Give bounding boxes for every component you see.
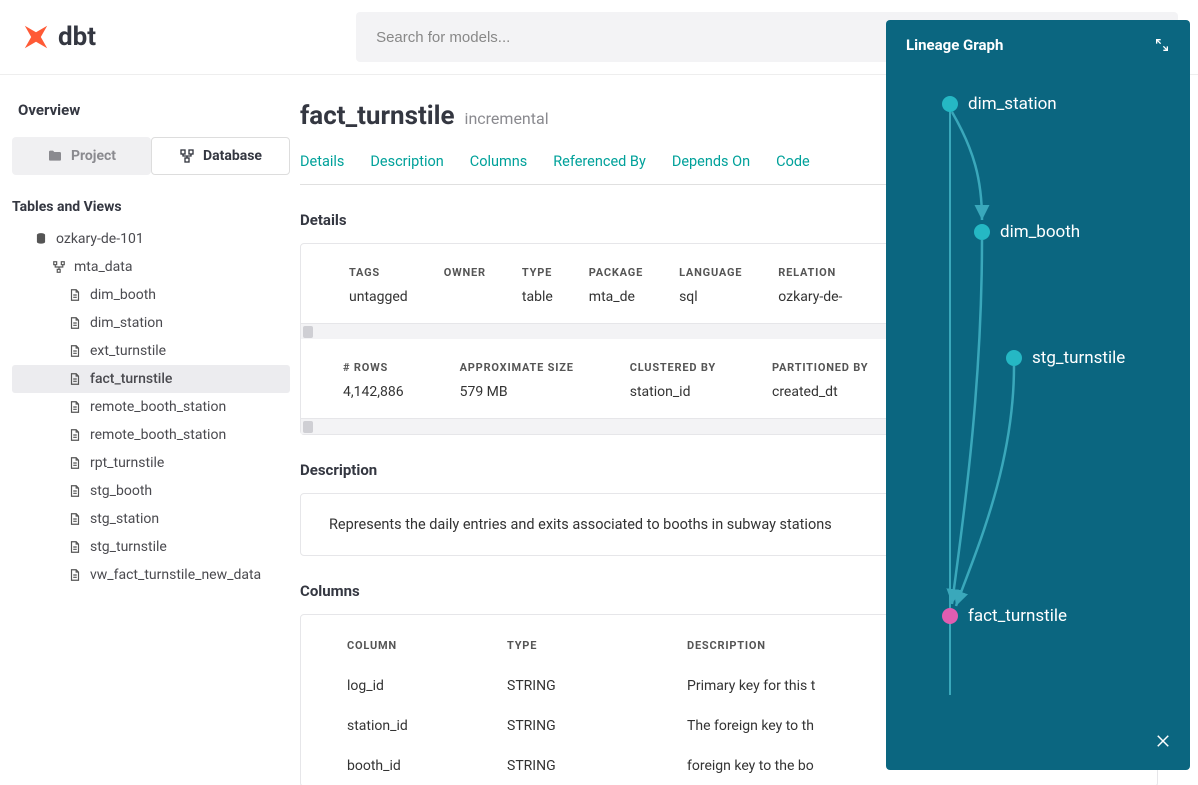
file-icon <box>68 484 82 498</box>
tree-table-remote_booth_station[interactable]: remote_booth_station <box>12 393 290 421</box>
detail-package: PACKAGEmta_de <box>589 266 643 305</box>
file-icon <box>68 568 82 582</box>
detail-owner: OWNER <box>444 266 486 305</box>
tree-table-vw_fact_turnstile_new_data[interactable]: vw_fact_turnstile_new_data <box>12 561 290 589</box>
file-icon <box>68 540 82 554</box>
file-icon <box>68 288 82 302</box>
node-dot-icon <box>974 224 990 240</box>
lineage-node-dim_booth[interactable]: dim_booth <box>974 222 1080 242</box>
expand-icon[interactable] <box>1154 37 1170 53</box>
tree-table-stg_turnstile[interactable]: stg_turnstile <box>12 533 290 561</box>
lineage-panel: Lineage Graph dim_station dim_booth stg_tu… <box>886 20 1190 770</box>
nav-tab-referenced-by[interactable]: Referenced By <box>553 153 646 170</box>
tree-title: Tables and Views <box>12 193 290 225</box>
lineage-title: Lineage Graph <box>906 36 1003 54</box>
file-icon <box>68 316 82 330</box>
detail-language: LANGUAGEsql <box>679 266 742 305</box>
brand-logo: dbt <box>20 21 96 53</box>
file-icon <box>68 512 82 526</box>
overview-link[interactable]: Overview <box>12 93 290 137</box>
detail-tags: TAGSuntagged <box>349 266 408 305</box>
close-icon <box>1154 732 1172 750</box>
tree-schema[interactable]: mta_data <box>12 253 290 281</box>
lineage-graph[interactable]: dim_station dim_booth stg_turnstile fact_tu… <box>886 70 1190 710</box>
nav-tab-depends-on[interactable]: Depends On <box>672 153 750 170</box>
node-dot-icon <box>942 96 958 112</box>
folder-icon <box>47 148 63 164</box>
node-dot-icon <box>942 608 958 624</box>
tree-table-remote_booth_station[interactable]: remote_booth_station <box>12 421 290 449</box>
nav-tab-description[interactable]: Description <box>370 153 443 170</box>
detail--rows: # ROWS4,142,886 <box>343 361 404 400</box>
sidebar-tabs: Project Database <box>12 137 290 175</box>
file-icon <box>68 344 82 358</box>
tab-project[interactable]: Project <box>12 137 151 175</box>
brand-text: dbt <box>58 22 96 52</box>
nav-tab-details[interactable]: Details <box>300 153 344 170</box>
dbt-logo-icon <box>20 21 52 53</box>
tree-table-rpt_turnstile[interactable]: rpt_turnstile <box>12 449 290 477</box>
nav-tab-code[interactable]: Code <box>776 153 810 170</box>
tree-table-dim_booth[interactable]: dim_booth <box>12 281 290 309</box>
lineage-node-fact_turnstile[interactable]: fact_turnstile <box>942 606 1067 626</box>
node-dot-icon <box>1006 350 1022 366</box>
tree-database[interactable]: ozkary-de-101 <box>12 225 290 253</box>
detail-partitioned-by: PARTITIONED BYcreated_dt <box>772 361 868 400</box>
lineage-close-button[interactable] <box>1154 732 1172 754</box>
file-icon <box>68 372 82 386</box>
detail-approximate-size: APPROXIMATE SIZE579 MB <box>460 361 574 400</box>
file-icon <box>68 428 82 442</box>
tree-table-stg_booth[interactable]: stg_booth <box>12 477 290 505</box>
tree-table-dim_station[interactable]: dim_station <box>12 309 290 337</box>
detail-clustered-by: CLUSTERED BYstation_id <box>630 361 716 400</box>
database-icon <box>34 232 48 246</box>
tab-database[interactable]: Database <box>151 137 290 175</box>
tree-table-stg_station[interactable]: stg_station <box>12 505 290 533</box>
sidebar: Overview Project Database Tables and Vie… <box>0 75 300 785</box>
tree-table-ext_turnstile[interactable]: ext_turnstile <box>12 337 290 365</box>
detail-type: TYPEtable <box>522 266 553 305</box>
schema-icon <box>179 148 195 164</box>
file-icon <box>68 456 82 470</box>
schema-tree-icon <box>52 260 66 274</box>
file-icon <box>68 400 82 414</box>
detail-relation: RELATIONozkary-de- <box>778 266 842 305</box>
lineage-node-stg_turnstile[interactable]: stg_turnstile <box>1006 348 1125 368</box>
lineage-node-dim_station[interactable]: dim_station <box>942 94 1057 114</box>
nav-tab-columns[interactable]: Columns <box>470 153 527 170</box>
tree-table-fact_turnstile[interactable]: fact_turnstile <box>12 365 290 393</box>
model-materialization: incremental <box>465 109 549 128</box>
